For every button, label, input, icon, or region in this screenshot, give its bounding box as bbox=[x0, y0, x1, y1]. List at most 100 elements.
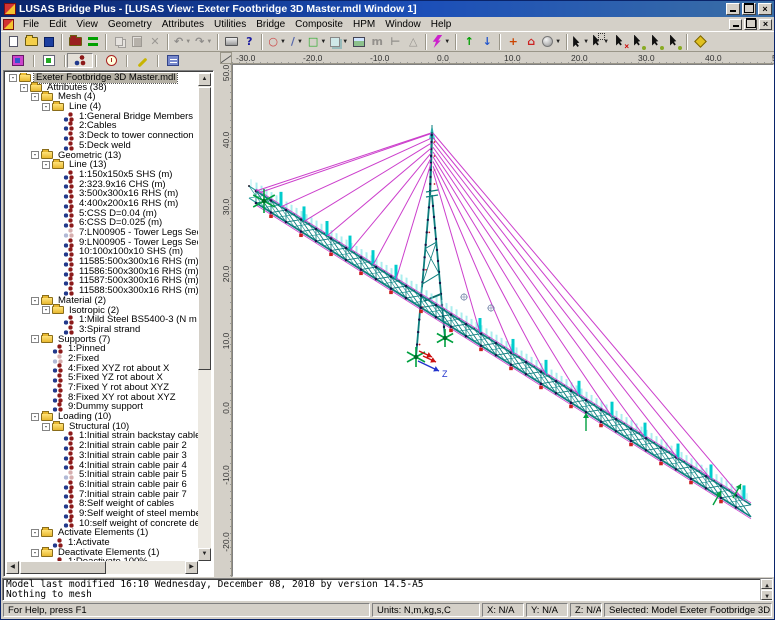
line-tool[interactable]: /▼ bbox=[288, 33, 306, 50]
tree-expand-box[interactable]: - bbox=[31, 549, 39, 557]
folder-icon bbox=[41, 297, 53, 305]
tab-layers[interactable] bbox=[5, 53, 31, 68]
surface-tool[interactable]: □▼ bbox=[306, 33, 328, 50]
volume-tool[interactable]: ▼ bbox=[328, 33, 350, 50]
deactivate-button[interactable]: ↓ bbox=[478, 33, 496, 50]
document-icon[interactable] bbox=[3, 19, 14, 30]
rotate-view-button[interactable]: ▼ bbox=[540, 33, 563, 50]
help-button[interactable]: ? bbox=[240, 33, 258, 50]
open-model-button[interactable] bbox=[66, 33, 84, 50]
tree-expand-box[interactable]: - bbox=[42, 103, 50, 111]
tree-expand-box[interactable]: - bbox=[31, 151, 39, 159]
save-button[interactable] bbox=[40, 33, 58, 50]
output-scrollbar[interactable]: ▲ ▼ bbox=[760, 579, 772, 600]
dropdown-arrow-icon[interactable]: ▼ bbox=[320, 39, 326, 45]
undo-button[interactable]: ↶▼ bbox=[172, 33, 193, 50]
attributes-wizard-button[interactable]: ▼ bbox=[430, 33, 452, 50]
dropdown-arrow-icon[interactable]: ▼ bbox=[206, 39, 212, 45]
tab-attributes[interactable] bbox=[67, 53, 93, 68]
tree-expand-box[interactable]: - bbox=[31, 413, 39, 421]
menu-hpm[interactable]: HPM bbox=[348, 19, 380, 30]
dropdown-arrow-icon[interactable]: ▼ bbox=[185, 39, 191, 45]
tree-folder[interactable]: -Mesh (4) bbox=[6, 92, 198, 102]
bridge-model-svg[interactable]: Z bbox=[233, 65, 775, 578]
mesh-button[interactable]: m bbox=[368, 33, 386, 50]
select-box-cursor-button[interactable]: ▼ bbox=[591, 33, 611, 50]
geometric-button[interactable]: ⊢ bbox=[386, 33, 404, 50]
menu-view[interactable]: View bbox=[71, 19, 103, 30]
attribute-icon bbox=[52, 363, 63, 373]
output-scroll-up-button[interactable]: ▲ bbox=[761, 579, 773, 589]
scroll-thumb[interactable] bbox=[198, 87, 211, 370]
menu-composite[interactable]: Composite bbox=[290, 19, 348, 30]
restore-button[interactable] bbox=[742, 3, 756, 15]
menu-attributes[interactable]: Attributes bbox=[157, 19, 209, 30]
close-button[interactable]: × bbox=[758, 3, 772, 15]
dropdown-arrow-icon[interactable]: ▼ bbox=[297, 39, 303, 45]
select-flash-cursor-button[interactable] bbox=[665, 33, 683, 50]
dynamic-pan-button[interactable]: + bbox=[504, 33, 522, 50]
tab-utilities[interactable] bbox=[129, 53, 155, 68]
tree-expand-box[interactable]: - bbox=[20, 84, 28, 92]
scroll-left-button[interactable]: ◀ bbox=[6, 561, 19, 574]
tree-expand-box[interactable]: - bbox=[42, 161, 50, 169]
dropdown-arrow-icon[interactable]: ▼ bbox=[444, 39, 450, 45]
tab-reports[interactable] bbox=[160, 53, 186, 68]
tree-expand-box[interactable]: - bbox=[31, 529, 39, 537]
tab-groups[interactable] bbox=[36, 53, 62, 68]
deselect-cursor-button[interactable]: × bbox=[611, 33, 629, 50]
annotation-button[interactable] bbox=[691, 33, 709, 50]
tree-expand-box[interactable]: - bbox=[9, 74, 17, 82]
dropdown-arrow-icon[interactable]: ▼ bbox=[555, 39, 561, 45]
tree-expand-box[interactable]: - bbox=[42, 306, 50, 314]
select-cursor-button[interactable]: ▼ bbox=[571, 33, 591, 50]
menu-window[interactable]: Window bbox=[380, 19, 426, 30]
scroll-thumb-h[interactable] bbox=[20, 561, 106, 574]
loading-button[interactable]: △ bbox=[404, 33, 422, 50]
select-polygon-cursor-button[interactable] bbox=[629, 33, 647, 50]
paste-button[interactable] bbox=[128, 33, 146, 50]
dropdown-arrow-icon[interactable]: ▼ bbox=[342, 39, 348, 45]
menu-geometry[interactable]: Geometry bbox=[103, 19, 157, 30]
dropdown-arrow-icon[interactable]: ▼ bbox=[280, 39, 286, 45]
print-button[interactable] bbox=[222, 33, 240, 50]
scroll-down-button[interactable]: ▼ bbox=[198, 548, 211, 561]
redo-button[interactable]: ↷▼ bbox=[193, 33, 214, 50]
tab-analyses[interactable] bbox=[98, 53, 124, 68]
menu-file[interactable]: File bbox=[18, 19, 44, 30]
scroll-up-button[interactable]: ▲ bbox=[198, 73, 211, 86]
dropdown-arrow-icon[interactable]: ▼ bbox=[583, 39, 589, 45]
menu-bridge[interactable]: Bridge bbox=[251, 19, 290, 30]
tree-horizontal-scrollbar[interactable]: ◀ ▶ bbox=[6, 561, 198, 574]
open-file-button[interactable] bbox=[22, 33, 40, 50]
tree-item[interactable]: 1:Pinned bbox=[6, 344, 198, 354]
tree-vertical-scrollbar[interactable]: ▲ ▼ bbox=[198, 73, 211, 561]
image-button[interactable] bbox=[350, 33, 368, 50]
output-scroll-down-button[interactable]: ▼ bbox=[761, 590, 773, 600]
mdi-restore-button[interactable] bbox=[744, 19, 757, 30]
minimize-button[interactable] bbox=[726, 3, 740, 15]
mdi-minimize-button[interactable] bbox=[729, 19, 742, 30]
menu-help[interactable]: Help bbox=[426, 19, 457, 30]
save-icon bbox=[44, 37, 54, 47]
scroll-right-button[interactable]: ▶ bbox=[185, 561, 198, 574]
attribute-icon bbox=[63, 247, 74, 257]
tab-layers-icon bbox=[12, 55, 24, 66]
tree-expand-box[interactable]: - bbox=[31, 93, 39, 101]
activate-button[interactable]: ↑ bbox=[460, 33, 478, 50]
copy-button[interactable] bbox=[110, 33, 128, 50]
point-tool[interactable]: ○▼ bbox=[266, 33, 288, 50]
menu-edit[interactable]: Edit bbox=[44, 19, 71, 30]
cut-button[interactable]: ✕ bbox=[146, 33, 164, 50]
tree-expand-box[interactable]: - bbox=[31, 335, 39, 343]
model-canvas[interactable]: Z bbox=[232, 64, 774, 577]
home-view-button[interactable]: ⌂ bbox=[522, 33, 540, 50]
mesh-toggle-button[interactable] bbox=[84, 33, 102, 50]
tree-folder[interactable]: -Attributes (38) bbox=[6, 83, 198, 93]
menu-utilities[interactable]: Utilities bbox=[209, 19, 251, 30]
tree-expand-box[interactable]: - bbox=[42, 423, 50, 431]
mdi-close-button[interactable]: × bbox=[759, 19, 772, 30]
new-file-button[interactable] bbox=[4, 33, 22, 50]
tree-expand-box[interactable]: - bbox=[31, 297, 39, 305]
select-line-cursor-button[interactable] bbox=[647, 33, 665, 50]
